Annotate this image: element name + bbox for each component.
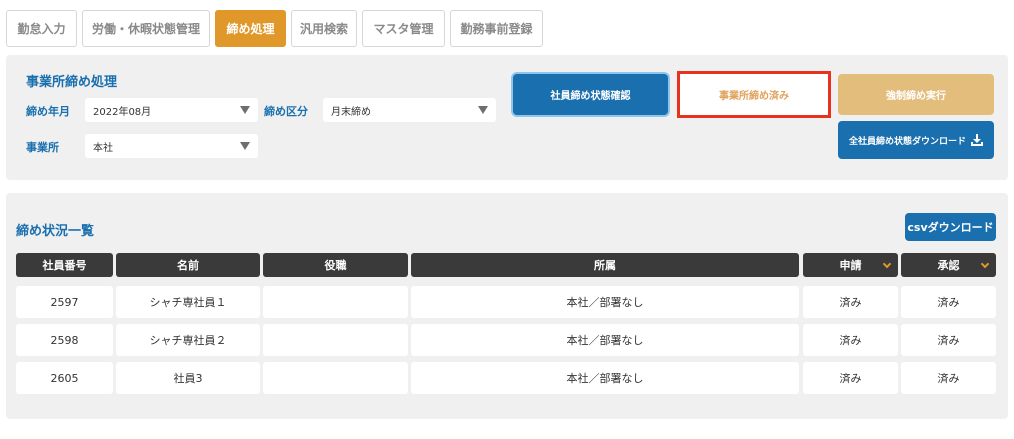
tab-general-search[interactable]: 汎用検索	[291, 10, 357, 47]
tab-master-management[interactable]: マスタ管理	[362, 10, 445, 47]
download-all-label: 全社員締め状態ダウンロード	[848, 136, 966, 147]
cell-name: シャチ専社員２	[116, 324, 260, 356]
column-header-name: 名前	[116, 253, 260, 277]
closing-type-label: 締め区分	[264, 105, 308, 118]
column-header-position: 役職	[263, 253, 408, 277]
cell-application: 済み	[803, 362, 898, 394]
cell-employee-number: 2597	[16, 286, 113, 318]
period-select[interactable]: 2022年08月	[85, 98, 258, 122]
main-tabs: 勤怠入力 労働・休暇状態管理 締め処理 汎用検索 マスタ管理 勤務事前登録	[6, 10, 548, 47]
column-header-application-label: 申請	[839, 259, 862, 272]
column-header-approval[interactable]: 承認	[901, 253, 996, 277]
chevron-down-icon	[240, 142, 250, 150]
tab-pre-registration[interactable]: 勤務事前登録	[450, 10, 543, 47]
cell-name: 社員3	[116, 362, 260, 394]
cell-name: シャチ専社員１	[116, 286, 260, 318]
office-closing-title: 事業所締め処理	[26, 75, 118, 90]
cell-approval: 済み	[901, 286, 996, 318]
column-header-employee-number: 社員番号	[16, 253, 113, 277]
column-header-department: 所属	[411, 253, 799, 277]
cell-application: 済み	[803, 324, 898, 356]
cell-department: 本社／部署なし	[411, 286, 799, 318]
chevron-down-icon[interactable]	[882, 259, 892, 269]
force-closing-button[interactable]: 強制締め実行	[838, 74, 994, 115]
cell-approval: 済み	[901, 362, 996, 394]
closing-type-select[interactable]: 月末締め	[323, 98, 496, 122]
office-label: 事業所	[26, 141, 59, 154]
download-icon	[971, 134, 983, 146]
office-value: 本社	[93, 142, 113, 154]
status-list-title: 締め状況一覧	[16, 224, 95, 239]
office-select[interactable]: 本社	[85, 134, 258, 158]
cell-department: 本社／部署なし	[411, 324, 799, 356]
tab-labor-leave-management[interactable]: 労働・休暇状態管理	[82, 10, 210, 47]
cell-application: 済み	[803, 286, 898, 318]
column-header-application[interactable]: 申請	[803, 253, 898, 277]
cell-department: 本社／部署なし	[411, 362, 799, 394]
cell-position	[263, 286, 408, 318]
cell-position	[263, 324, 408, 356]
check-employee-closing-button[interactable]: 社員締め状態確認	[513, 74, 668, 115]
chevron-down-icon[interactable]	[980, 259, 990, 269]
cell-approval: 済み	[901, 324, 996, 356]
download-all-status-button[interactable]: 全社員締め状態ダウンロード	[838, 121, 994, 159]
cell-employee-number: 2605	[16, 362, 113, 394]
cell-position	[263, 362, 408, 394]
period-value: 2022年08月	[93, 106, 152, 118]
chevron-down-icon	[240, 106, 250, 114]
tab-attendance-input[interactable]: 勤怠入力	[6, 10, 77, 47]
chevron-down-icon	[478, 106, 488, 114]
column-header-approval-label: 承認	[937, 259, 960, 272]
csv-download-button[interactable]: csvダウンロード	[905, 213, 996, 241]
tab-closing[interactable]: 締め処理	[215, 10, 286, 47]
office-closed-button[interactable]: 事業所締め済み	[677, 71, 831, 118]
cell-employee-number: 2598	[16, 324, 113, 356]
period-label: 締め年月	[26, 105, 70, 118]
closing-type-value: 月末締め	[331, 106, 371, 118]
